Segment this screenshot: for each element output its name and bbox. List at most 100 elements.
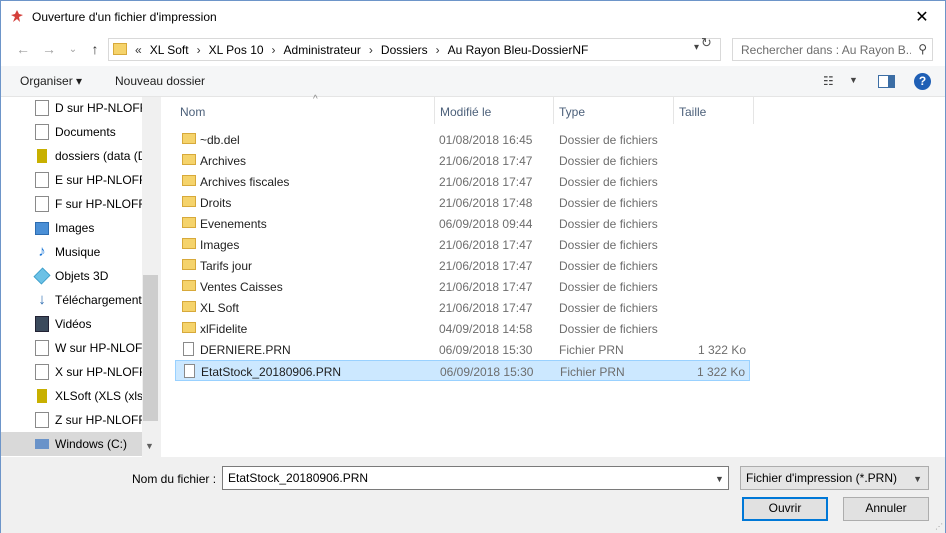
sidebar-item[interactable]: Images	[1, 216, 142, 240]
title-bar: Ouverture d'un fichier d'impression ✕	[1, 1, 945, 32]
windows-drive-icon	[35, 439, 49, 449]
breadcrumb-item[interactable]: XL Pos 10	[205, 43, 268, 57]
sidebar-item[interactable]: ♪ Musique	[1, 240, 142, 264]
sidebar-item[interactable]: Vidéos	[1, 312, 142, 336]
column-label: Nom	[180, 105, 206, 119]
help-icon[interactable]: ?	[914, 73, 931, 90]
file-row[interactable]: xlFidelite 04/09/2018 14:58 Dossier de fic…	[175, 318, 750, 339]
file-row[interactable]: EtatStock_20180906.PRN 06/09/2018 15:30 Fi…	[175, 360, 750, 381]
sidebar-item[interactable]: XLSoft (XLS (xls))	[1, 384, 142, 408]
breadcrumb-separator-icon[interactable]: ›	[268, 43, 280, 57]
file-row[interactable]: ~db.del 01/08/2018 16:45 Dossier de fichie…	[175, 129, 750, 150]
sidebar-item[interactable]: X sur HP-NLOFFI	[1, 360, 142, 384]
folder-icon	[113, 43, 127, 55]
file-name: XL Soft	[200, 301, 239, 315]
column-header-type[interactable]: Type	[554, 97, 674, 124]
sidebar-item[interactable]: Z sur HP-NLOFFI	[1, 408, 142, 432]
organize-button[interactable]: Organiser ▾	[20, 74, 82, 88]
recent-locations-button[interactable]: ⌄	[65, 41, 81, 57]
file-row[interactable]: Ventes Caisses 21/06/2018 17:47 Dossier de…	[175, 276, 750, 297]
sidebar-item-label: F sur HP-NLOFFI	[55, 197, 142, 211]
file-modified: 21/06/2018 17:47	[439, 175, 533, 189]
sidebar-item[interactable]: D sur HP-NLOFFI	[1, 97, 142, 120]
file-row[interactable]: Evenements 06/09/2018 09:44 Dossier de fic…	[175, 213, 750, 234]
file-modified: 04/09/2018 14:58	[439, 322, 533, 336]
window-title: Ouverture d'un fichier d'impression	[32, 10, 217, 24]
file-row[interactable]: DERNIERE.PRN 06/09/2018 15:30 Fichier PRN 1…	[175, 339, 750, 360]
column-header-modified[interactable]: Modifié le	[435, 97, 554, 124]
filename-label: Nom du fichier :	[132, 472, 217, 486]
file-row[interactable]: Images 21/06/2018 17:47 Dossier de fichier…	[175, 234, 750, 255]
network-drive-icon	[37, 149, 47, 163]
new-folder-button[interactable]: Nouveau dossier	[115, 74, 205, 88]
sidebar-item[interactable]: dossiers (data (D	[1, 144, 142, 168]
view-options-icon[interactable]: ☷	[823, 74, 834, 88]
breadcrumb-item[interactable]: Dossiers	[377, 43, 432, 57]
breadcrumb-overflow[interactable]: «	[131, 43, 146, 57]
file-row[interactable]: Archives 21/06/2018 17:47 Dossier de fichi…	[175, 150, 750, 171]
cancel-button[interactable]: Annuler	[843, 497, 929, 521]
breadcrumb-item[interactable]: Au Rayon Bleu-DossierNF	[444, 43, 593, 57]
file-modified: 06/09/2018 15:30	[440, 365, 534, 379]
sidebar-item[interactable]: E sur HP-NLOFFI	[1, 168, 142, 192]
file-modified: 06/09/2018 09:44	[439, 217, 533, 231]
file-modified: 21/06/2018 17:47	[439, 259, 533, 273]
open-button[interactable]: Ouvrir	[742, 497, 828, 521]
folder-icon	[182, 322, 196, 333]
file-row[interactable]: Tarifs jour 21/06/2018 17:47 Dossier de fi…	[175, 255, 750, 276]
filename-input[interactable]: EtatStock_20180906.PRN	[222, 466, 729, 490]
forward-button[interactable]: →	[41, 41, 57, 57]
file-modified: 01/08/2018 16:45	[439, 133, 533, 147]
column-header-size[interactable]: Taille	[674, 97, 754, 124]
file-size: 1 322 Ko	[696, 365, 745, 379]
close-button[interactable]: ✕	[899, 1, 945, 32]
resize-grip-icon[interactable]: ⋰	[935, 522, 943, 531]
videos-icon	[35, 316, 49, 332]
file-type: Dossier de fichiers	[559, 175, 658, 189]
up-button[interactable]: ↑	[87, 41, 103, 57]
chevron-down-icon[interactable]: ▾	[694, 42, 699, 53]
sidebar-item[interactable]: F sur HP-NLOFFI	[1, 192, 142, 216]
address-bar[interactable]: « XL Soft › XL Pos 10 › Administrateur › Dossi…	[108, 38, 721, 61]
sidebar-item-label: E sur HP-NLOFFI	[55, 173, 142, 187]
file-type: Fichier PRN	[559, 343, 624, 357]
sort-ascending-icon: ^	[313, 94, 318, 105]
refresh-icon[interactable]: ↻	[701, 35, 712, 51]
scroll-down-icon[interactable]: ▼	[145, 441, 154, 451]
filetype-select[interactable]: Fichier d'impression (*.PRN) ▼	[740, 466, 929, 490]
file-row[interactable]: Droits 21/06/2018 17:48 Dossier de fichier…	[175, 192, 750, 213]
breadcrumb-separator-icon[interactable]: ›	[193, 43, 205, 57]
chevron-down-icon[interactable]: ▼	[715, 474, 724, 484]
sidebar-item[interactable]: W sur HP-NLOFFI	[1, 336, 142, 360]
file-row[interactable]: Archives fiscales 21/06/2018 17:47 Dossier…	[175, 171, 750, 192]
file-type: Dossier de fichiers	[559, 217, 658, 231]
file-name: Tarifs jour	[200, 259, 253, 273]
folder-icon	[182, 259, 196, 270]
breadcrumb-separator-icon[interactable]: ›	[432, 43, 444, 57]
toolbar: Organiser ▾ Nouveau dossier ☷ ▼ ?	[1, 66, 945, 97]
column-header-name[interactable]: Nom ^	[175, 94, 435, 124]
file-row[interactable]: XL Soft 21/06/2018 17:47 Dossier de fichie…	[175, 297, 750, 318]
sidebar-item-label: X sur HP-NLOFFI	[55, 365, 142, 379]
organize-label: Organiser	[20, 74, 73, 88]
chevron-down-icon[interactable]: ▼	[849, 75, 858, 85]
sidebar-scrollbar[interactable]: ▼	[142, 97, 159, 457]
documents-icon	[35, 124, 49, 140]
sidebar-item[interactable]: ↓ Téléchargements	[1, 288, 142, 312]
preview-pane-icon[interactable]	[878, 75, 895, 88]
breadcrumb-item[interactable]: XL Soft	[146, 43, 193, 57]
sidebar-item[interactable]: Objets 3D	[1, 264, 142, 288]
back-button[interactable]: ←	[15, 41, 31, 57]
file-modified: 21/06/2018 17:48	[439, 196, 533, 210]
folder-icon	[182, 238, 196, 249]
breadcrumb-item[interactable]: Administrateur	[280, 43, 365, 57]
search-input[interactable]: Rechercher dans : Au Rayon B... ⚲	[732, 38, 933, 61]
file-name: Images	[200, 238, 240, 252]
scrollbar-thumb[interactable]	[143, 275, 158, 421]
navigation-bar: ← → ⌄ ↑ « XL Soft › XL Pos 10 › Administrate…	[1, 32, 945, 66]
breadcrumb-separator-icon[interactable]: ›	[365, 43, 377, 57]
sidebar-item[interactable]: Windows (C:)	[1, 432, 142, 456]
sidebar-item[interactable]: Documents	[1, 120, 142, 144]
column-label: Taille	[679, 105, 707, 119]
drive-icon	[35, 412, 49, 428]
